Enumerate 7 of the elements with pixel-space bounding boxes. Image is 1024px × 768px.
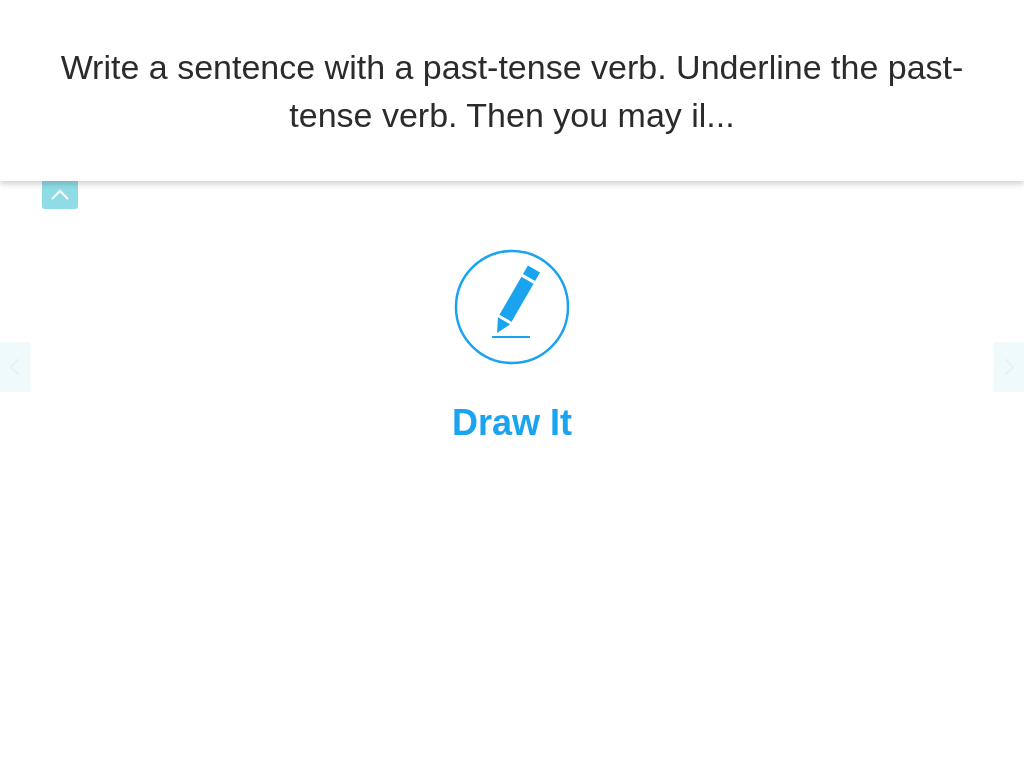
prompt-text: Write a sentence with a past-tense verb. Underline the past-tense verb. Then you may il...: [59, 46, 965, 136]
pencil-icon: [454, 249, 570, 365]
collapse-button[interactable]: [42, 181, 78, 209]
draw-it-button[interactable]: Draw It: [452, 249, 572, 441]
next-button[interactable]: [994, 342, 1024, 392]
previous-button[interactable]: [0, 342, 30, 392]
chevron-up-icon: [50, 189, 70, 201]
